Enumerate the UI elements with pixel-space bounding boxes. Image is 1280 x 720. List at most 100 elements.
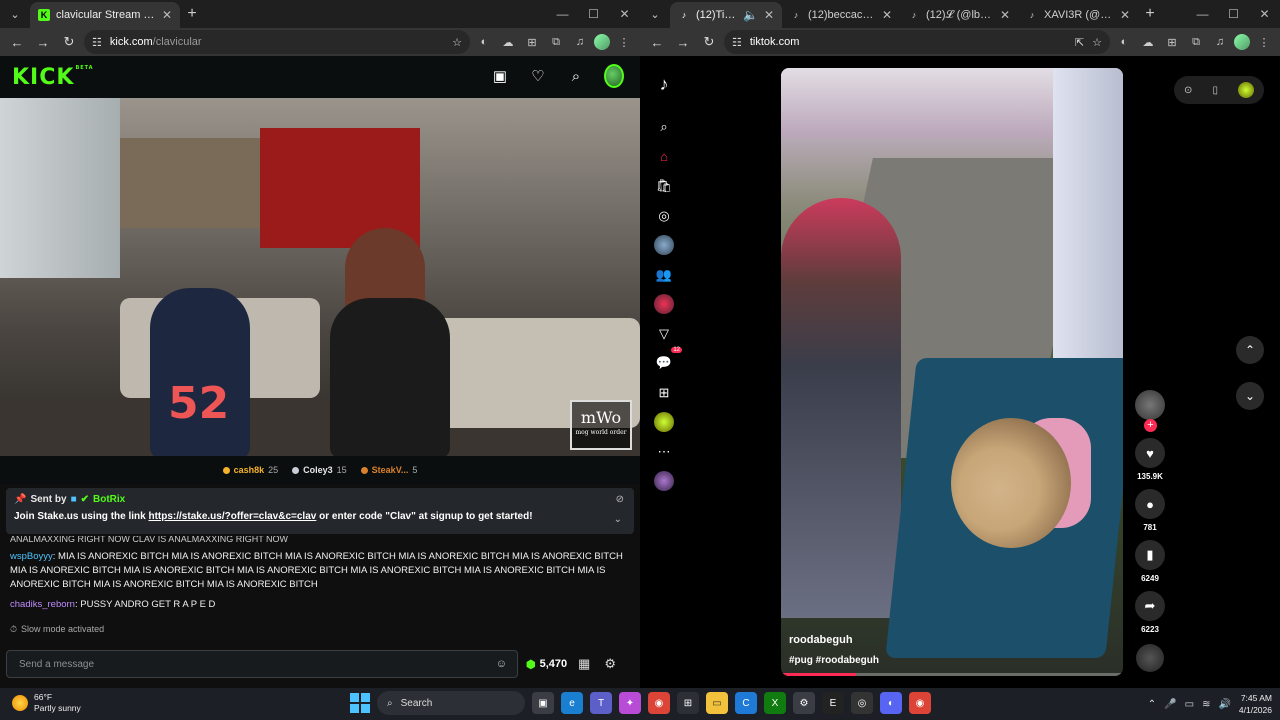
tiktok-video-player[interactable]: roodabeguh #pug #roodabeguh xyxy=(781,68,1123,676)
chevron-down-icon[interactable]: ⌄ xyxy=(614,514,622,525)
leaderboard-entry[interactable]: cash8k 25 xyxy=(222,465,278,475)
inbox-icon[interactable]: 💬 12 xyxy=(654,347,682,373)
music-disc-icon[interactable] xyxy=(1136,644,1164,672)
profile-avatar[interactable] xyxy=(1237,82,1254,98)
new-tab-button[interactable]: + xyxy=(1138,5,1162,23)
chevron-up-icon[interactable]: ⌃ xyxy=(1148,699,1156,710)
gift-icon[interactable]: ▦ xyxy=(575,655,593,673)
follow-plus-icon[interactable]: + xyxy=(1144,419,1157,432)
open-in-app-icon[interactable]: ⇱ xyxy=(1075,36,1084,49)
like-button[interactable]: ♥ 135.9K xyxy=(1135,438,1165,481)
live-icon[interactable] xyxy=(654,294,674,314)
upload-plus-icon[interactable]: ⊞ xyxy=(654,383,674,403)
emote-picker-icon[interactable]: ☺ xyxy=(496,658,507,670)
store-icon[interactable]: ⊞ xyxy=(677,692,699,714)
site-info-icon[interactable]: ☷ xyxy=(732,36,742,49)
media-controls-icon[interactable]: ♫ xyxy=(1210,32,1230,52)
search-icon[interactable]: ⌕ xyxy=(566,64,586,88)
close-window-icon[interactable]: ✕ xyxy=(609,0,640,28)
microphone-icon[interactable]: 🎤 xyxy=(1164,699,1176,710)
forward-icon[interactable]: → xyxy=(32,31,54,53)
home-icon[interactable]: ⌂ xyxy=(654,147,674,167)
extension-icon[interactable]: ◐ xyxy=(474,32,494,52)
close-tab-icon[interactable]: ✕ xyxy=(764,8,774,22)
extensions-puzzle-icon[interactable]: ⧉ xyxy=(546,32,566,52)
taskbar-search[interactable]: ⌕ Search xyxy=(377,691,525,715)
epic-games-icon[interactable]: E xyxy=(822,692,844,714)
close-tab-icon[interactable]: ✕ xyxy=(1120,8,1130,22)
mute-tab-icon[interactable]: 🔈 xyxy=(743,8,758,22)
profile-avatar[interactable] xyxy=(1234,34,1250,50)
video-progress-bar[interactable] xyxy=(781,673,1123,676)
chrome-icon[interactable]: ◉ xyxy=(909,692,931,714)
app-icon[interactable]: ◎ xyxy=(851,692,873,714)
extension-icon[interactable]: ☁ xyxy=(1138,32,1158,52)
extension-icon[interactable]: ◐ xyxy=(1114,32,1134,52)
shop-icon[interactable]: 🛍 xyxy=(654,176,674,196)
explore-compass-icon[interactable]: ◎ xyxy=(654,206,674,226)
comment-button[interactable]: ● 781 xyxy=(1135,489,1165,532)
edge-icon[interactable]: e xyxy=(561,692,583,714)
previous-video-button[interactable]: ⌃ xyxy=(1236,336,1264,364)
maximize-icon[interactable]: ☐ xyxy=(578,0,609,28)
extensions-puzzle-icon[interactable]: ⧉ xyxy=(1186,32,1206,52)
back-icon[interactable]: ← xyxy=(6,31,28,53)
back-icon[interactable]: ← xyxy=(646,31,668,53)
media-controls-icon[interactable]: ♫ xyxy=(570,32,590,52)
profile-avatar[interactable] xyxy=(594,34,610,50)
search-icon[interactable]: ⌕ xyxy=(654,117,674,137)
address-bar[interactable]: ☷ kick.com/clavicular ☆ xyxy=(84,30,470,54)
tab-tiktok[interactable]: ♪ (12)𝓛 (@lbabyyyyy ✕ xyxy=(900,2,1018,28)
tiktok-logo-icon[interactable]: ♪ xyxy=(660,74,669,95)
following-heart-icon[interactable]: ♡ xyxy=(528,64,548,88)
friends-icon[interactable]: 👥 xyxy=(654,265,674,285)
author-avatar[interactable]: + xyxy=(1135,390,1165,432)
stake-link[interactable]: https://stake.us/?offer=clav&c=clav xyxy=(148,511,316,522)
app-icon[interactable]: ⚙ xyxy=(793,692,815,714)
user-avatar[interactable] xyxy=(604,64,624,88)
menu-kebab-icon[interactable]: ⋮ xyxy=(1254,32,1274,52)
extension-icon[interactable]: ☁ xyxy=(498,32,518,52)
chat-input[interactable]: Send a message ☺ xyxy=(6,650,518,678)
task-view-icon[interactable]: ▣ xyxy=(532,692,554,714)
next-video-button[interactable]: ⌄ xyxy=(1236,382,1264,410)
close-tab-icon[interactable]: ✕ xyxy=(882,8,892,22)
kick-logo[interactable]: KICKBETA xyxy=(12,65,94,90)
chat-username[interactable]: chadiks_reborn xyxy=(10,599,75,610)
file-explorer-icon[interactable]: ▭ xyxy=(706,692,728,714)
reload-icon[interactable]: ↻ xyxy=(58,31,80,53)
capcut-icon[interactable]: C xyxy=(735,692,757,714)
pinned-sender[interactable]: BotRix xyxy=(93,494,125,505)
hide-pinned-icon[interactable]: ⊘ xyxy=(616,494,624,505)
maximize-icon[interactable]: ☐ xyxy=(1218,0,1249,28)
stream-video-player[interactable]: 52 mWo mog world order xyxy=(0,98,640,456)
extension-icon[interactable]: ⊞ xyxy=(522,32,542,52)
more-icon[interactable]: ⋯ xyxy=(654,442,674,462)
tab-search-icon[interactable]: ⌄ xyxy=(644,4,666,24)
teams-icon[interactable]: T xyxy=(590,692,612,714)
close-window-icon[interactable]: ✕ xyxy=(1249,0,1280,28)
copilot-icon[interactable]: ✦ xyxy=(619,692,641,714)
chat-username[interactable]: wspBoyyy xyxy=(10,551,53,562)
clock[interactable]: 7:45 AM 4/1/2026 xyxy=(1239,692,1272,716)
coins-icon[interactable]: ⊙ xyxy=(1184,85,1192,96)
new-tab-button[interactable]: + xyxy=(180,5,204,23)
leaderboard-entry[interactable]: SteakV... 5 xyxy=(360,465,417,475)
site-info-icon[interactable]: ☷ xyxy=(92,36,102,49)
extension-icon[interactable]: ⊞ xyxy=(1162,32,1182,52)
minimize-icon[interactable]: — xyxy=(547,0,578,28)
bookmark-star-icon[interactable]: ☆ xyxy=(1092,36,1102,49)
chat-settings-gear-icon[interactable]: ⚙ xyxy=(601,655,619,673)
leaderboard-entry[interactable]: Coley3 15 xyxy=(292,465,347,475)
followed-account-avatar[interactable] xyxy=(654,471,674,491)
clips-icon[interactable]: ▣ xyxy=(490,64,510,88)
xbox-icon[interactable]: X xyxy=(764,692,786,714)
close-tab-icon[interactable]: ✕ xyxy=(162,8,172,22)
share-button[interactable]: ➦ 6223 xyxy=(1135,591,1165,634)
discord-icon[interactable]: ◐ xyxy=(880,692,902,714)
messages-send-icon[interactable]: ▽ xyxy=(654,324,674,344)
save-button[interactable]: ▮ 6249 xyxy=(1135,540,1165,583)
address-bar[interactable]: ☷ tiktok.com ⇱ ☆ xyxy=(724,30,1110,54)
chrome-icon[interactable]: ◉ xyxy=(648,692,670,714)
video-hashtags[interactable]: #pug #roodabeguh xyxy=(789,655,879,666)
